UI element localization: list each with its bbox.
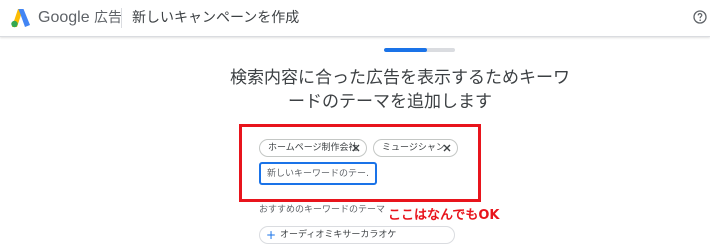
suggested-keyword-chip[interactable]: + オーディオミキサーカラオケ xyxy=(259,226,455,244)
annotation-text: ここはなんでもOK xyxy=(386,204,502,223)
top-app-bar: Google 広告 新しいキャンペーンを作成 xyxy=(0,0,710,37)
brand-name: Google 広告 xyxy=(38,9,122,27)
page-title: 新しいキャンペーンを作成 xyxy=(132,10,300,26)
keyword-chip-label: ミュージシャン xyxy=(382,143,445,153)
brand-product-text: 広告 xyxy=(94,10,123,26)
google-ads-logo-icon xyxy=(11,9,30,28)
heading-line-1: 検索内容に合った広告を表示するためキーワ xyxy=(230,68,570,88)
keyword-chip[interactable]: ホームページ制作会社 xyxy=(259,139,367,157)
heading-line-2: ードのテーマを追加します xyxy=(288,92,492,112)
close-icon[interactable] xyxy=(442,143,452,153)
brand-google-text: Google xyxy=(38,9,90,26)
close-icon[interactable] xyxy=(351,143,361,153)
suggested-keywords-label: おすすめのキーワードのテーマ xyxy=(259,205,386,215)
new-keyword-input[interactable] xyxy=(259,162,377,185)
header-divider xyxy=(121,8,122,28)
step-progress-fill xyxy=(384,48,427,52)
help-circle-icon[interactable] xyxy=(693,10,707,24)
plus-icon: + xyxy=(266,228,277,242)
suggested-keyword-label: オーディオミキサーカラオケ xyxy=(280,230,397,240)
keyword-chip-label: ホームページ制作会社 xyxy=(268,143,358,153)
keyword-chip[interactable]: ミュージシャン xyxy=(373,139,458,157)
page-heading: 検索内容に合った広告を表示するためキーワ ードのテーマを追加します xyxy=(230,66,570,114)
step-progress-bar xyxy=(384,48,455,52)
